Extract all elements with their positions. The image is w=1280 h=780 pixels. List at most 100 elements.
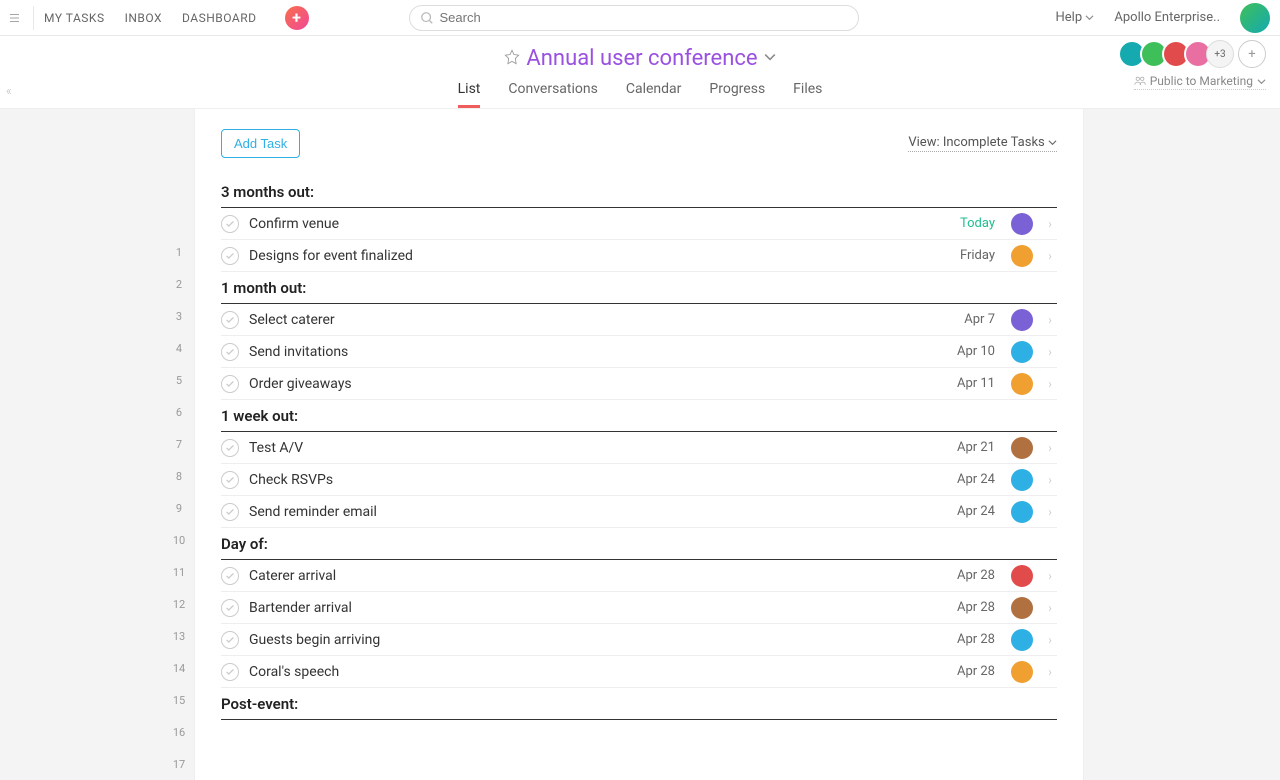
task-name: Test A/V: [249, 440, 947, 456]
assignee-avatar[interactable]: [1011, 565, 1033, 587]
assignee-avatar[interactable]: [1011, 661, 1033, 683]
complete-checkbox[interactable]: [221, 599, 239, 617]
menu-icon[interactable]: [10, 6, 34, 30]
row-number: 9: [164, 492, 194, 524]
add-member-button[interactable]: +: [1238, 40, 1266, 68]
section-header[interactable]: 1 week out:: [221, 400, 1057, 432]
section-header[interactable]: 1 month out:: [221, 272, 1057, 304]
tab-files[interactable]: Files: [793, 81, 822, 108]
row-number: 14: [164, 652, 194, 684]
due-date: Apr 10: [957, 344, 995, 359]
task-row[interactable]: Test A/VApr 21›: [221, 432, 1057, 464]
search-wrap: [409, 5, 859, 31]
task-name: Order giveaways: [249, 376, 947, 392]
complete-checkbox[interactable]: [221, 631, 239, 649]
row-detail-chevron[interactable]: ›: [1043, 377, 1057, 391]
due-date: Apr 28: [957, 600, 995, 615]
complete-checkbox[interactable]: [221, 343, 239, 361]
workspace-name[interactable]: Apollo Enterprise..: [1114, 10, 1220, 25]
assignee-avatar[interactable]: [1011, 309, 1033, 331]
assignee-avatar[interactable]: [1011, 629, 1033, 651]
project-title[interactable]: Annual user conference: [526, 46, 757, 71]
complete-checkbox[interactable]: [221, 471, 239, 489]
collapse-handle-icon[interactable]: «: [6, 84, 12, 98]
assignee-avatar[interactable]: [1011, 469, 1033, 491]
task-row[interactable]: Guests begin arrivingApr 28›: [221, 624, 1057, 656]
task-row[interactable]: Send invitationsApr 10›: [221, 336, 1057, 368]
project-header: Annual user conference +3 + Public to Ma…: [0, 36, 1280, 108]
row-number: 17: [164, 748, 194, 780]
nav-my-tasks[interactable]: MY TASKS: [44, 11, 105, 25]
row-detail-chevron[interactable]: ›: [1043, 345, 1057, 359]
row-detail-chevron[interactable]: ›: [1043, 249, 1057, 263]
add-task-button[interactable]: Add Task: [221, 129, 300, 158]
task-row[interactable]: Select catererApr 7›: [221, 304, 1057, 336]
row-detail-chevron[interactable]: ›: [1043, 633, 1057, 647]
task-name: Caterer arrival: [249, 568, 947, 584]
member-stack: +3 +: [1118, 40, 1266, 68]
row-detail-chevron[interactable]: ›: [1043, 665, 1057, 679]
task-row[interactable]: Order giveaways Apr 11 ›: [221, 368, 1057, 400]
view-selector[interactable]: View: Incomplete Tasks: [908, 135, 1057, 152]
assignee-avatar[interactable]: [1011, 213, 1033, 235]
tab-conversations[interactable]: Conversations: [508, 81, 597, 108]
user-avatar[interactable]: [1240, 3, 1270, 33]
task-row[interactable]: Designs for event finalizedFriday›: [221, 240, 1057, 272]
global-add-button[interactable]: +: [285, 6, 309, 30]
section-header[interactable]: Day of:: [221, 528, 1057, 560]
due-date: Apr 28: [957, 568, 995, 583]
task-row[interactable]: Check RSVPsApr 24›: [221, 464, 1057, 496]
assignee-avatar[interactable]: [1011, 597, 1033, 619]
tab-progress[interactable]: Progress: [709, 81, 765, 108]
complete-checkbox[interactable]: [221, 215, 239, 233]
assignee-avatar[interactable]: [1011, 437, 1033, 459]
nav-inbox[interactable]: INBOX: [125, 11, 162, 25]
row-detail-chevron[interactable]: ›: [1043, 217, 1057, 231]
tab-list[interactable]: List: [458, 81, 481, 108]
row-detail-chevron[interactable]: ›: [1043, 441, 1057, 455]
due-date: Friday: [960, 248, 995, 263]
task-row[interactable]: Coral's speechApr 28›: [221, 656, 1057, 688]
row-number: 4: [164, 332, 194, 364]
complete-checkbox[interactable]: [221, 503, 239, 521]
row-detail-chevron[interactable]: ›: [1043, 601, 1057, 615]
help-menu[interactable]: Help: [1056, 10, 1095, 25]
complete-checkbox[interactable]: [221, 663, 239, 681]
section-header[interactable]: Post-event:: [221, 688, 1057, 720]
row-number: 1: [164, 236, 194, 268]
assignee-avatar[interactable]: [1011, 501, 1033, 523]
complete-checkbox[interactable]: [221, 311, 239, 329]
row-detail-chevron[interactable]: ›: [1043, 313, 1057, 327]
due-date: Apr 11: [957, 376, 995, 391]
task-name: Guests begin arriving: [249, 632, 947, 648]
search-box[interactable]: [409, 5, 859, 31]
project-menu-chevron[interactable]: [764, 51, 776, 67]
complete-checkbox[interactable]: [221, 567, 239, 585]
task-row[interactable]: Bartender arrivalApr 28›: [221, 592, 1057, 624]
section-header[interactable]: 3 months out:: [221, 176, 1057, 208]
row-detail-chevron[interactable]: ›: [1043, 473, 1057, 487]
row-detail-chevron[interactable]: ›: [1043, 505, 1057, 519]
row-number: 3: [164, 300, 194, 332]
task-name: Send reminder email: [249, 504, 947, 520]
complete-checkbox[interactable]: [221, 439, 239, 457]
task-row[interactable]: Confirm venueToday›: [221, 208, 1057, 240]
row-detail-chevron[interactable]: ›: [1043, 569, 1057, 583]
assignee-avatar[interactable]: [1011, 373, 1033, 395]
assignee-avatar[interactable]: [1011, 245, 1033, 267]
row-gutter: 1234567891011121314151617: [0, 109, 194, 780]
member-more[interactable]: +3: [1206, 40, 1234, 68]
privacy-setting[interactable]: Public to Marketing: [1134, 74, 1266, 90]
complete-checkbox[interactable]: [221, 247, 239, 265]
tab-calendar[interactable]: Calendar: [626, 81, 682, 108]
assignee-avatar[interactable]: [1011, 341, 1033, 363]
row-number: 13: [164, 620, 194, 652]
complete-checkbox[interactable]: [221, 375, 239, 393]
task-row[interactable]: Send reminder emailApr 24›: [221, 496, 1057, 528]
nav-dashboard[interactable]: DASHBOARD: [182, 11, 256, 25]
star-icon[interactable]: [504, 49, 520, 69]
task-row[interactable]: Caterer arrival Apr 28 ›: [221, 560, 1057, 592]
header-right: +3 + Public to Marketing: [1118, 40, 1266, 90]
due-date: Apr 28: [957, 664, 995, 679]
search-input[interactable]: [440, 10, 848, 25]
